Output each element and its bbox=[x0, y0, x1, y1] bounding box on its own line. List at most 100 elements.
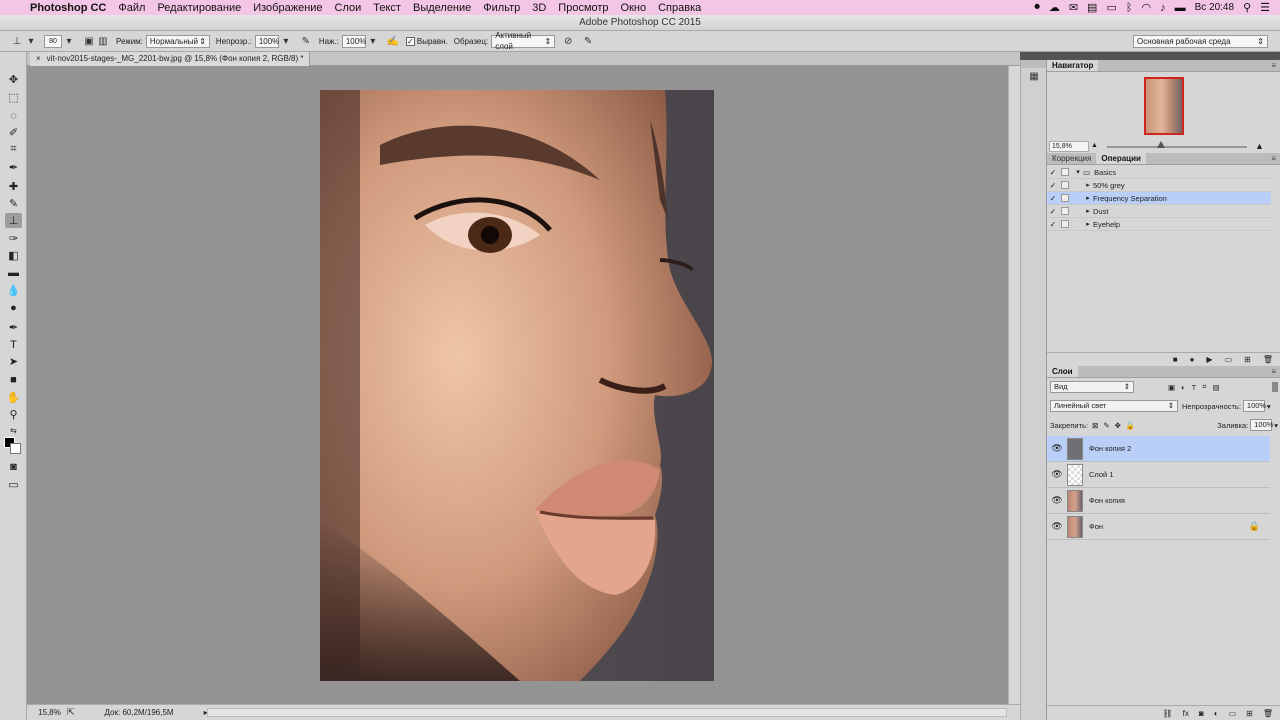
display-icon[interactable]: ▭ bbox=[1106, 1, 1116, 14]
document-tab[interactable]: × vit-nov2015-stages-_MG_2201-bw.jpg @ 15… bbox=[30, 52, 311, 66]
layer-row-selected[interactable]: 👁 Фон копия 2 bbox=[1047, 436, 1270, 462]
pen-tool-icon[interactable]: ✒ bbox=[5, 320, 22, 335]
layer-row[interactable]: 👁 Слой 1 bbox=[1047, 462, 1270, 488]
wifi-icon[interactable]: ◠ bbox=[1141, 1, 1151, 14]
action-set[interactable]: ✓ ▾ ▭ Basics bbox=[1047, 166, 1271, 179]
background-color-swatch[interactable] bbox=[10, 443, 21, 454]
menu-filter[interactable]: Фильтр bbox=[483, 2, 520, 14]
layer-name[interactable]: Фон bbox=[1089, 522, 1103, 531]
gradient-tool-icon[interactable]: ▬ bbox=[5, 265, 22, 280]
lock-pixels-icon[interactable]: ✎ bbox=[1103, 421, 1109, 430]
eyedropper-tool-icon[interactable]: ✒ bbox=[5, 160, 22, 175]
chevron-down-icon[interactable]: ▾ bbox=[1267, 402, 1271, 411]
zoom-in-icon[interactable]: ▲ bbox=[1255, 141, 1264, 151]
aligned-checkbox[interactable]: ✓ bbox=[405, 36, 415, 46]
vertical-scrollbar[interactable] bbox=[1008, 66, 1020, 704]
crop-tool-icon[interactable]: ⌗ bbox=[5, 142, 22, 157]
menu-edit[interactable]: Редактирование bbox=[157, 2, 241, 14]
chevron-down-icon[interactable]: ▾ bbox=[62, 34, 76, 48]
chevron-down-icon[interactable]: ▾ bbox=[366, 34, 380, 48]
clone-stamp-tool-icon[interactable]: ⊥ bbox=[5, 213, 22, 228]
filter-adjustment-icon[interactable]: ◐ bbox=[1181, 383, 1186, 392]
layer-name[interactable]: Фон копия 2 bbox=[1089, 444, 1131, 453]
mail-icon[interactable]: ✉ bbox=[1069, 1, 1078, 14]
pressure-size-icon[interactable]: ✎ bbox=[581, 34, 595, 48]
rectangle-tool-icon[interactable]: ■ bbox=[5, 372, 22, 387]
swap-colors-icon[interactable]: ⇆ bbox=[5, 423, 22, 438]
menu-window[interactable]: Окно bbox=[621, 2, 647, 14]
layer-name[interactable]: Фон копия bbox=[1089, 496, 1125, 505]
expand-icon[interactable]: ▸ bbox=[1083, 194, 1093, 202]
screen-mode-icon[interactable]: ▭ bbox=[5, 477, 22, 492]
check-icon[interactable]: ✓ bbox=[1047, 194, 1059, 203]
link-layers-icon[interactable]: ⛓ bbox=[1163, 709, 1173, 718]
check-icon[interactable]: ✓ bbox=[1047, 168, 1059, 177]
ignore-adjustment-icon[interactable]: ⊘ bbox=[561, 34, 575, 48]
move-tool-icon[interactable]: ✥ bbox=[5, 72, 22, 87]
clone-source-icon[interactable]: ▥ bbox=[96, 34, 110, 48]
stop-icon[interactable]: ■ bbox=[1173, 355, 1178, 364]
horizontal-scrollbar[interactable] bbox=[207, 708, 1007, 717]
menu-layers[interactable]: Слои bbox=[335, 2, 362, 14]
menu-view[interactable]: Просмотр bbox=[558, 2, 608, 14]
lock-all-icon[interactable]: 🔒 bbox=[1126, 421, 1135, 430]
new-group-icon[interactable]: ▭ bbox=[1229, 709, 1237, 718]
add-mask-icon[interactable]: ◙ bbox=[1199, 709, 1204, 718]
zoom-out-icon[interactable]: ▲ bbox=[1091, 142, 1098, 149]
new-set-icon[interactable]: ▭ bbox=[1225, 355, 1233, 364]
flag-icon[interactable]: ▬ bbox=[1175, 2, 1186, 14]
doc-size[interactable]: Док: 60,2M/196,5M bbox=[105, 708, 174, 717]
pressure-opacity-icon[interactable]: ✎ bbox=[299, 34, 313, 48]
expand-icon[interactable]: ▸ bbox=[1083, 220, 1093, 228]
action-item[interactable]: ✓ ▸ 50% grey bbox=[1047, 179, 1271, 192]
filter-toggle[interactable] bbox=[1272, 382, 1278, 392]
healing-brush-tool-icon[interactable]: ✚ bbox=[5, 179, 22, 194]
workspace-select[interactable]: Основная рабочая среда ⇕ bbox=[1133, 34, 1268, 48]
check-icon[interactable]: ✓ bbox=[1047, 207, 1059, 216]
zoom-tool-icon[interactable]: ⚲ bbox=[5, 407, 22, 422]
dialog-toggle[interactable] bbox=[1061, 220, 1069, 228]
menu-type[interactable]: Текст bbox=[373, 2, 401, 14]
lock-transparent-icon[interactable]: ⊠ bbox=[1092, 421, 1098, 430]
sample-select[interactable]: Активный слой ⇕ bbox=[491, 31, 556, 51]
new-action-icon[interactable]: ⊞ bbox=[1244, 355, 1251, 364]
tab-adjustments[interactable]: Коррекция bbox=[1047, 153, 1096, 164]
export-icon[interactable]: ⇱ bbox=[67, 707, 75, 718]
notes-icon[interactable]: ▤ bbox=[1087, 1, 1097, 14]
bluetooth-icon[interactable]: ᛒ bbox=[1126, 2, 1133, 14]
tab-layers[interactable]: Слои bbox=[1047, 366, 1078, 377]
lasso-tool-icon[interactable]: ◌ bbox=[5, 108, 22, 123]
expand-icon[interactable]: ▸ bbox=[1083, 181, 1093, 189]
check-icon[interactable]: ✓ bbox=[1047, 220, 1059, 229]
menu-file[interactable]: Файл bbox=[118, 2, 145, 14]
notification-icon[interactable]: ☰ bbox=[1260, 1, 1270, 14]
chevron-down-icon[interactable]: ▾ bbox=[279, 34, 293, 48]
menu-help[interactable]: Справка bbox=[658, 2, 701, 14]
dialog-toggle[interactable] bbox=[1061, 207, 1069, 215]
document-canvas-image[interactable] bbox=[320, 90, 714, 681]
visibility-eye-icon[interactable]: 👁 bbox=[1047, 443, 1067, 454]
dialog-toggle[interactable] bbox=[1061, 181, 1069, 189]
menu-image[interactable]: Изображение bbox=[253, 2, 322, 14]
layer-opacity-field[interactable]: 100% bbox=[1242, 400, 1266, 412]
path-select-tool-icon[interactable]: ➤ bbox=[5, 354, 22, 369]
eraser-tool-icon[interactable]: ◧ bbox=[5, 248, 22, 263]
action-item[interactable]: ✓ ▸ Dust bbox=[1047, 205, 1271, 218]
clock[interactable]: Вс 20:48 bbox=[1195, 2, 1234, 13]
lock-position-icon[interactable]: ✥ bbox=[1115, 421, 1121, 430]
filter-smart-icon[interactable]: ▤ bbox=[1212, 383, 1219, 392]
layer-row[interactable]: 👁 Фон 🔒 bbox=[1047, 514, 1270, 540]
volume-icon[interactable]: ♪ bbox=[1160, 2, 1166, 14]
layer-style-icon[interactable]: fx bbox=[1183, 709, 1189, 718]
new-adjustment-icon[interactable]: ◐ bbox=[1214, 709, 1219, 718]
brush-tool-icon[interactable]: ✎ bbox=[5, 196, 22, 211]
filter-pixel-icon[interactable]: ▣ bbox=[1168, 383, 1175, 392]
chevron-down-icon[interactable]: ▾ bbox=[1274, 421, 1278, 430]
hand-tool-icon[interactable]: ✋ bbox=[5, 390, 22, 405]
mode-select[interactable]: Нормальный ⇕ bbox=[145, 34, 210, 48]
trash-icon[interactable]: 🗑 bbox=[1263, 355, 1273, 364]
menu-3d[interactable]: 3D bbox=[532, 2, 546, 14]
history-panel-icon[interactable]: ▦ bbox=[1026, 70, 1042, 84]
history-brush-tool-icon[interactable]: ✑ bbox=[5, 231, 22, 246]
airbrush-icon[interactable]: ✍ bbox=[386, 34, 400, 48]
